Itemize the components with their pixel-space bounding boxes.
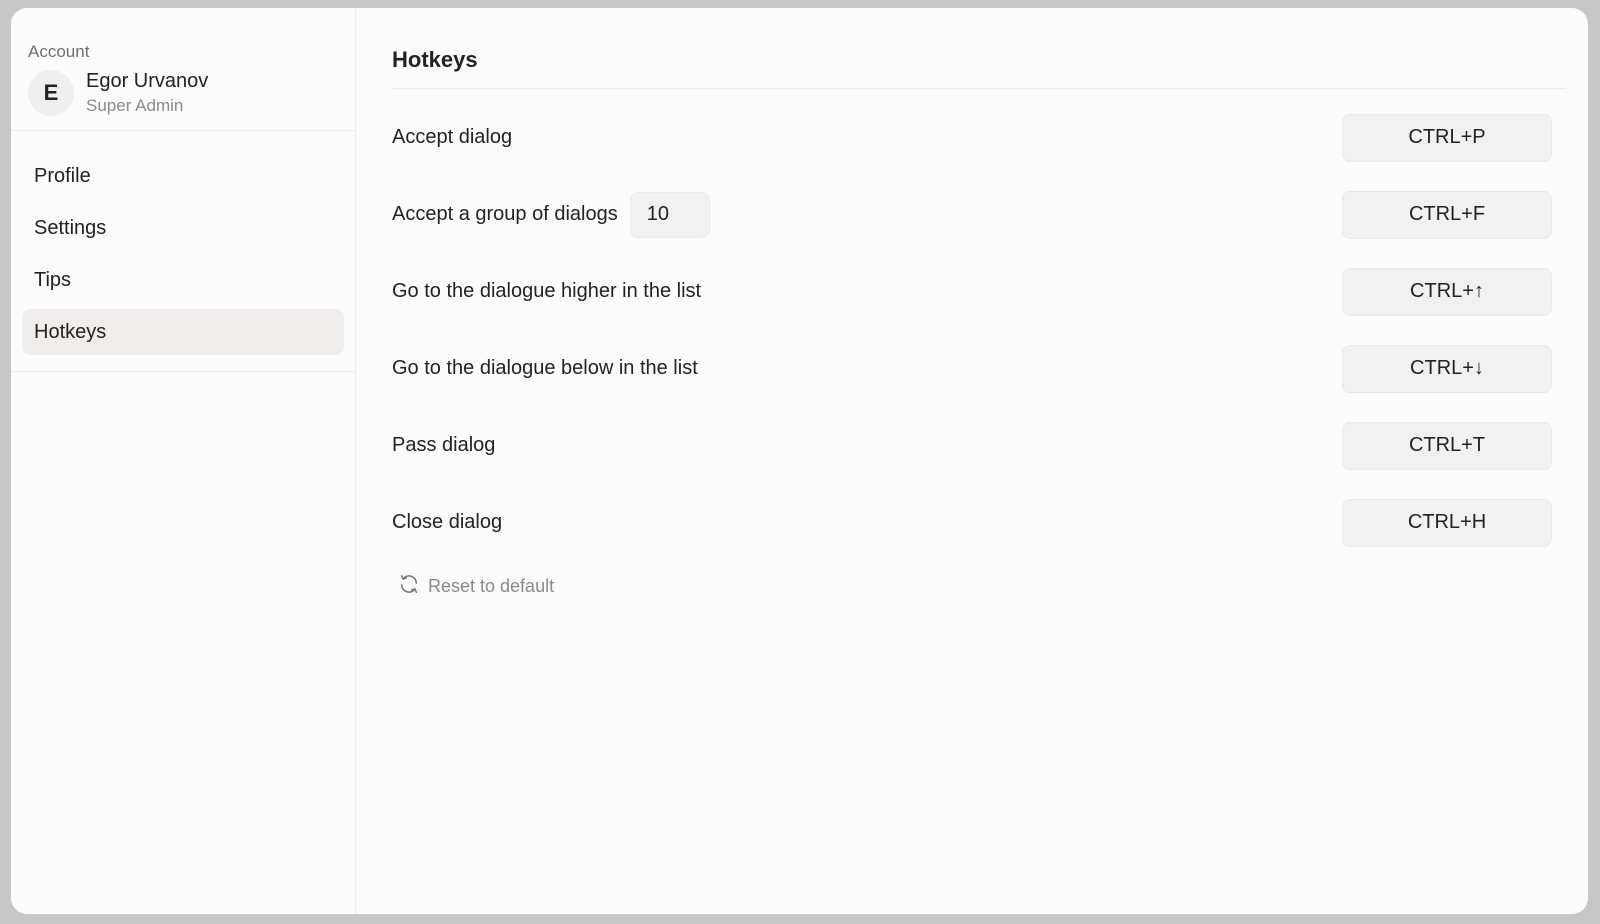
nav-item-tips[interactable]: Tips [22,257,344,303]
account-heading: Account [28,42,90,61]
hotkey-row-go-higher: Go to the dialogue higher in the list CT… [392,253,1552,330]
hotkey-label: Go to the dialogue higher in the list [392,280,702,302]
nav-item-settings[interactable]: Settings [22,205,344,251]
hotkey-row-accept-dialog: Accept dialog CTRL+P [392,99,1552,176]
settings-nav: Profile Settings Tips Hotkeys [11,131,355,372]
hotkey-label: Go to the dialogue below in the list [392,357,698,379]
user-name: Egor Urvanov [86,70,209,92]
nav-item-hotkeys[interactable]: Hotkeys [22,309,344,355]
account-block: Account E Egor Urvanov Super Admin [11,8,355,131]
hotkey-key-button[interactable]: CTRL+H [1342,498,1552,547]
reset-label: Reset to default [428,576,555,596]
group-count-input[interactable] [629,191,710,238]
hotkeys-panel: Hotkeys Accept dialog CTRL+P Accept a gr… [356,8,1588,914]
hotkey-key-button[interactable]: CTRL+↓ [1342,344,1552,393]
hotkey-row-close-dialog: Close dialog CTRL+H [392,484,1552,561]
hotkey-key-button[interactable]: CTRL+T [1342,421,1552,470]
hotkey-label: Pass dialog [392,434,496,456]
hotkey-key-button[interactable]: CTRL+↑ [1342,267,1552,316]
hotkey-row-pass-dialog: Pass dialog CTRL+T [392,407,1552,484]
user-role: Super Admin [86,96,184,115]
hotkey-label: Close dialog [392,511,503,533]
user-card: E Egor Urvanov Super Admin [28,70,338,116]
hotkey-label: Accept dialog [392,126,513,148]
hotkey-list: Accept dialog CTRL+P Accept a group of d… [392,99,1552,561]
settings-sidebar: Account E Egor Urvanov Super Admin Profi… [11,8,356,914]
hotkey-row-accept-group: Accept a group of dialogs CTRL+F [392,176,1552,253]
avatar: E [28,70,74,116]
nav-item-profile[interactable]: Profile [22,153,344,199]
hotkey-key-button[interactable]: CTRL+F [1342,190,1552,239]
page-title: Hotkeys [392,8,1566,89]
settings-modal: Account E Egor Urvanov Super Admin Profi… [11,8,1588,914]
hotkey-key-button[interactable]: CTRL+P [1342,113,1552,162]
reset-to-default-button[interactable]: Reset to default [392,573,554,600]
refresh-icon [398,573,420,600]
hotkey-row-go-below: Go to the dialogue below in the list CTR… [392,330,1552,407]
hotkey-label: Accept a group of dialogs [392,203,618,225]
